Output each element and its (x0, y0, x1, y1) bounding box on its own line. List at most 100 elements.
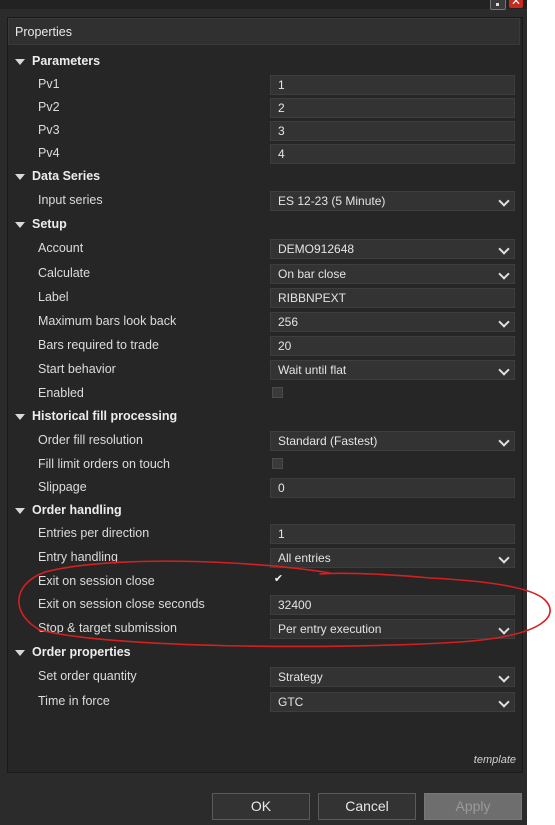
max-bars-select[interactable]: 256 (270, 312, 515, 332)
property-label: Exit on session close seconds (38, 597, 205, 611)
category-order-handling[interactable]: Order handling (8, 500, 522, 523)
slippage-input[interactable]: 0 (270, 478, 515, 498)
property-label: Entries per direction (38, 526, 150, 540)
property-row-exit-session-seconds: Exit on session close seconds 32400 (8, 594, 522, 617)
property-row-stop-target: Stop & target submission Per entry execu… (8, 618, 522, 641)
property-row-entry-handling: Entry handling All entries (8, 547, 522, 570)
caret-down-icon[interactable] (15, 174, 25, 180)
chevron-down-icon (498, 552, 510, 564)
property-label: Input series (38, 193, 103, 207)
category-label: Parameters (32, 54, 101, 68)
property-row-bars-required: Bars required to trade 20 (8, 335, 522, 358)
category-setup[interactable]: Setup (8, 214, 522, 237)
property-label: Maximum bars look back (38, 314, 177, 328)
category-parameters[interactable]: Parameters (8, 51, 522, 74)
window-titlebar: ✕ (0, 0, 527, 10)
property-label: Pv4 (38, 146, 60, 160)
chevron-down-icon (498, 623, 510, 635)
caret-down-icon[interactable] (15, 414, 25, 420)
window-close-button[interactable]: ✕ (509, 0, 523, 8)
select-value: Wait until flat (278, 363, 347, 377)
caret-down-icon[interactable] (15, 59, 25, 65)
time-in-force-select[interactable]: GTC (270, 692, 515, 712)
panel-title: Properties (15, 25, 72, 39)
calculate-select[interactable]: On bar close (270, 264, 515, 284)
account-select[interactable]: DEMO912648 (270, 239, 515, 259)
property-row-max-bars: Maximum bars look back 256 (8, 311, 522, 334)
panel-header: Properties (8, 18, 520, 45)
cancel-button[interactable]: Cancel (318, 793, 416, 820)
properties-panel: Properties Parameters Pv1 1 Pv2 2 Pv3 3 … (7, 17, 523, 773)
order-quantity-select[interactable]: Strategy (270, 667, 515, 687)
pv3-input[interactable]: 3 (270, 121, 515, 141)
property-label: Slippage (38, 480, 87, 494)
start-behavior-select[interactable]: Wait until flat (270, 360, 515, 380)
chevron-down-icon (498, 316, 510, 328)
property-row-exit-session-close: Exit on session close ✔ (8, 571, 522, 594)
property-row-pv2: Pv2 2 (8, 97, 522, 120)
caret-down-icon[interactable] (15, 508, 25, 514)
caret-down-icon[interactable] (15, 650, 25, 656)
chevron-down-icon (498, 268, 510, 280)
exit-session-close-checkbox[interactable]: ✔ (272, 573, 285, 586)
property-label: Fill limit orders on touch (38, 457, 170, 471)
chevron-down-icon (498, 195, 510, 207)
property-label: Entry handling (38, 550, 118, 564)
fill-limit-checkbox[interactable] (272, 458, 283, 469)
select-value: ES 12-23 (5 Minute) (278, 194, 386, 208)
select-value: On bar close (278, 267, 347, 281)
caret-down-icon[interactable] (15, 222, 25, 228)
select-value: DEMO912648 (278, 242, 355, 256)
entries-per-direction-input[interactable]: 1 (270, 524, 515, 544)
template-link[interactable]: template (474, 754, 516, 766)
bars-required-input[interactable]: 20 (270, 336, 515, 356)
property-row-entries-per-direction: Entries per direction 1 (8, 523, 522, 546)
exit-session-seconds-input[interactable]: 32400 (270, 595, 515, 615)
select-value: Per entry execution (278, 622, 382, 636)
property-label: Set order quantity (38, 669, 137, 683)
select-value: GTC (278, 695, 304, 709)
category-historical-fill[interactable]: Historical fill processing (8, 406, 522, 429)
property-row-account: Account DEMO912648 (8, 238, 522, 261)
property-label: Calculate (38, 266, 91, 280)
select-value: All entries (278, 551, 331, 565)
input-series-select[interactable]: ES 12-23 (5 Minute) (270, 191, 515, 211)
property-row-pv4: Pv4 4 (8, 143, 522, 166)
order-fill-resolution-select[interactable]: Standard (Fastest) (270, 431, 515, 451)
pv1-input[interactable]: 1 (270, 75, 515, 95)
entry-handling-select[interactable]: All entries (270, 548, 515, 568)
property-label: Stop & target submission (38, 621, 177, 635)
chevron-down-icon (498, 696, 510, 708)
select-value: Standard (Fastest) (278, 434, 378, 448)
apply-button[interactable]: Apply (424, 793, 522, 820)
enabled-checkbox[interactable] (272, 387, 283, 398)
pv2-input[interactable]: 2 (270, 98, 515, 118)
select-value: Strategy (278, 670, 323, 684)
category-data-series[interactable]: Data Series (8, 166, 522, 189)
properties-window: ✕ Properties Parameters Pv1 1 Pv2 2 Pv3 … (0, 0, 527, 825)
property-row-start-behavior: Start behavior Wait until flat (8, 359, 522, 382)
chevron-down-icon (498, 243, 510, 255)
category-label: Order handling (32, 503, 122, 517)
property-row-order-fill-resolution: Order fill resolution Standard (Fastest) (8, 430, 522, 453)
property-label: Pv1 (38, 77, 60, 91)
ok-button[interactable]: OK (212, 793, 310, 820)
property-label: Pv2 (38, 100, 60, 114)
property-label: Account (38, 241, 84, 255)
chevron-down-icon (498, 435, 510, 447)
property-label: Bars required to trade (38, 338, 159, 352)
stop-target-select[interactable]: Per entry execution (270, 619, 515, 639)
label-input[interactable]: RIBBNPEXT (270, 288, 515, 308)
window-maximize-button[interactable] (490, 0, 506, 10)
property-label: Pv3 (38, 123, 60, 137)
property-row-fill-limit: Fill limit orders on touch (8, 454, 522, 477)
chevron-down-icon (498, 671, 510, 683)
pv4-input[interactable]: 4 (270, 144, 515, 164)
property-label: Order fill resolution (38, 433, 143, 447)
property-row-slippage: Slippage 0 (8, 477, 522, 500)
category-order-properties[interactable]: Order properties (8, 642, 522, 665)
property-label: Label (38, 290, 69, 304)
property-label: Exit on session close (38, 574, 155, 588)
property-row-pv3: Pv3 3 (8, 120, 522, 143)
property-row-enabled: Enabled (8, 383, 522, 406)
